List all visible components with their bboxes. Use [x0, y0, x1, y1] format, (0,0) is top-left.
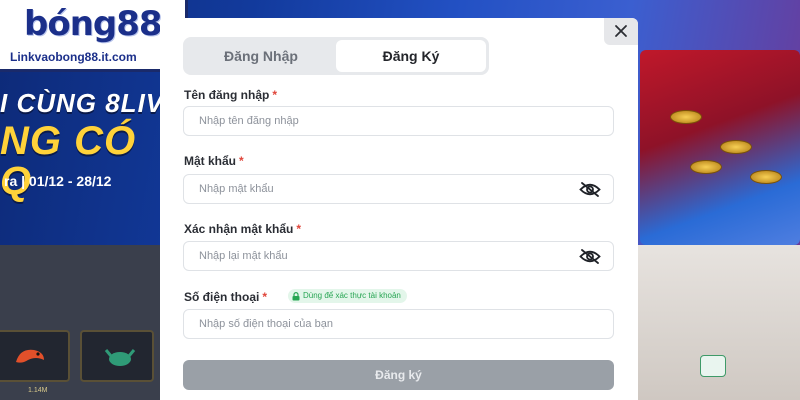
- logo-brand: bóng88: [24, 4, 163, 44]
- phone-input[interactable]: [184, 310, 613, 338]
- coin-image: [690, 160, 722, 174]
- crab-icon: [104, 349, 136, 366]
- auth-tabs: Đăng Nhập Đăng Ký: [183, 37, 489, 75]
- tab-login[interactable]: Đăng Nhập: [186, 40, 336, 72]
- password-input[interactable]: [184, 175, 613, 203]
- coin-image: [750, 170, 782, 184]
- mahjong-tile-image: [700, 355, 726, 377]
- confirm-password-label: Xác nhận mật khẩu *: [184, 222, 302, 236]
- close-button[interactable]: [604, 18, 638, 45]
- confirm-password-input[interactable]: [184, 242, 613, 270]
- eye-off-icon: [579, 249, 601, 264]
- username-input[interactable]: [184, 107, 613, 135]
- required-mark: *: [272, 88, 278, 102]
- toggle-password-visibility[interactable]: [579, 181, 601, 198]
- phone-field-wrap: [183, 309, 614, 339]
- username-field-wrap: [183, 106, 614, 136]
- required-mark: *: [296, 222, 302, 236]
- toggle-confirm-password-visibility[interactable]: [579, 248, 601, 265]
- register-submit-button[interactable]: Đăng ký: [183, 360, 614, 390]
- game-tile-shrimp[interactable]: 1.14M: [0, 330, 70, 394]
- coin-image: [670, 110, 702, 124]
- shrimp-icon: [16, 349, 44, 363]
- required-mark: *: [262, 290, 268, 304]
- required-mark: *: [239, 154, 244, 168]
- eye-off-icon: [579, 182, 601, 197]
- game-tile-crab[interactable]: [80, 330, 154, 382]
- game-tiles: 1.14M: [0, 330, 160, 400]
- username-label: Tên đăng nhập *: [184, 88, 278, 102]
- gift-box-image: [640, 50, 800, 245]
- coin-image: [720, 140, 752, 154]
- phone-label: Số điện thoại *: [184, 290, 268, 304]
- lock-icon: [292, 291, 300, 300]
- password-label: Mật khẩu *: [184, 154, 244, 168]
- verification-badge: Dùng để xác thực tài khoản: [288, 289, 407, 303]
- logo-url: Linkvaobong88.it.com: [10, 50, 137, 64]
- banner-date: ra | 01/12 - 28/12: [4, 173, 112, 189]
- password-field-wrap: [183, 174, 614, 204]
- confirm-password-field-wrap: [183, 241, 614, 271]
- register-modal: [160, 18, 638, 400]
- tab-register[interactable]: Đăng Ký: [336, 40, 486, 72]
- close-icon: [615, 25, 627, 37]
